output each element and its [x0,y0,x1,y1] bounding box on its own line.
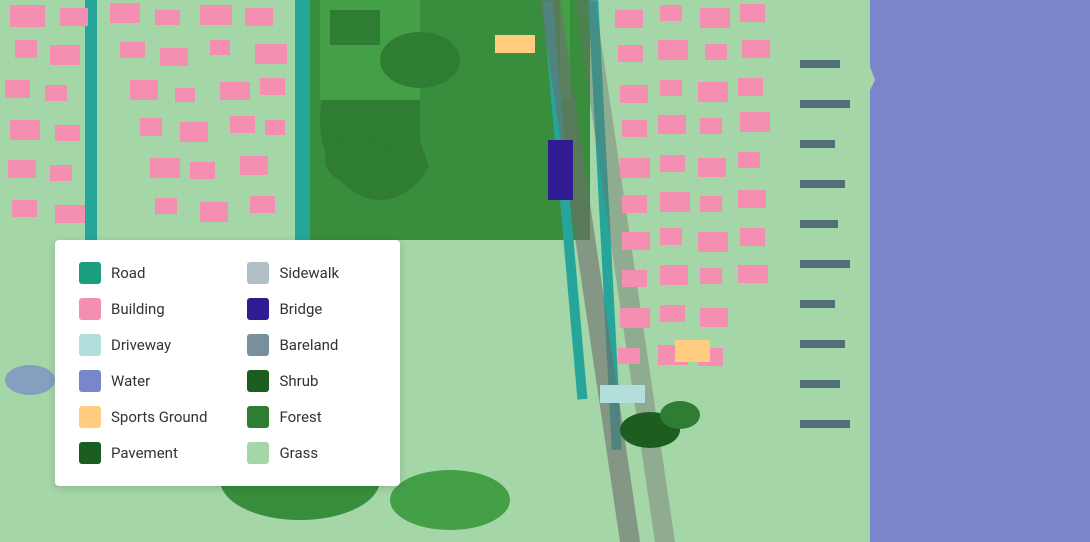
legend-item-building: Building [79,294,207,324]
legend-swatch [79,262,101,284]
legend-item-sidewalk: Sidewalk [247,258,375,288]
legend-swatch [79,298,101,320]
legend-label: Bareland [279,336,338,354]
legend-swatch [79,370,101,392]
legend-item-road: Road [79,258,207,288]
legend-item-bareland: Bareland [247,330,375,360]
legend-swatch [247,406,269,428]
legend-item-sports-ground: Sports Ground [79,402,207,432]
legend-swatch [79,442,101,464]
legend-swatch [247,370,269,392]
legend-label: Forest [279,408,321,426]
legend-item-grass: Grass [247,438,375,468]
legend-item-pavement: Pavement [79,438,207,468]
legend-label: Sports Ground [111,408,207,426]
legend-label: Shrub [279,372,318,390]
map-legend: Road Sidewalk Building Bridge Driveway Barela… [55,240,400,486]
legend-label: Bridge [279,300,322,318]
legend-item-driveway: Driveway [79,330,207,360]
legend-label: Water [111,372,150,390]
legend-label: Sidewalk [279,264,339,282]
legend-label: Grass [279,444,318,462]
legend-item-shrub: Shrub [247,366,375,396]
legend-item-bridge: Bridge [247,294,375,324]
legend-swatch [247,442,269,464]
legend-swatch [247,262,269,284]
legend-label: Road [111,264,145,282]
legend-swatch [79,334,101,356]
legend-item-forest: Forest [247,402,375,432]
legend-swatch [247,334,269,356]
legend-label: Building [111,300,165,318]
legend-swatch [79,406,101,428]
legend-swatch [247,298,269,320]
legend-label: Pavement [111,444,178,462]
legend-item-water: Water [79,366,207,396]
legend-label: Driveway [111,336,171,354]
